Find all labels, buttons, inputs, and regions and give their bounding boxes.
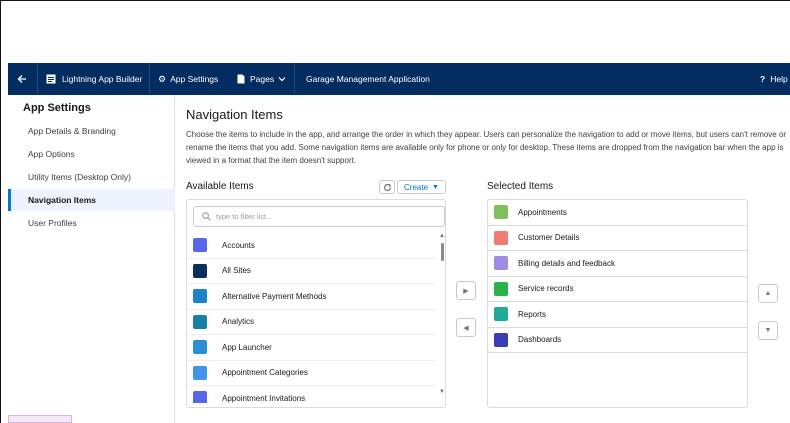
sidebar-item-user-profiles[interactable]: User Profiles: [8, 212, 175, 234]
item-label: Accounts: [222, 240, 255, 250]
caret-down-icon: ▼: [432, 183, 439, 191]
sidebar-item-app-details[interactable]: App Details & Branding: [8, 120, 175, 142]
item-label: Service records: [518, 284, 574, 294]
item-color-icon: [193, 314, 207, 329]
lightning-app-builder-link[interactable]: Lightning App Builder: [46, 63, 142, 95]
arrow-right-icon: ▶: [463, 287, 469, 295]
item-label: Appointment Invitations: [222, 393, 306, 403]
gear-icon: ⚙: [158, 73, 167, 84]
item-color-icon: [494, 281, 508, 296]
refresh-icon: [383, 183, 391, 191]
move-down-button[interactable]: ▼: [758, 321, 778, 340]
item-label: Appointments: [518, 207, 567, 217]
move-right-button[interactable]: ▶: [456, 281, 476, 300]
scroll-thumb[interactable]: [441, 243, 444, 261]
list-item[interactable]: Service records: [488, 277, 747, 302]
create-label: Create: [404, 182, 429, 192]
item-color-icon: [494, 205, 508, 220]
list-item[interactable]: Billing details and feedback: [488, 251, 747, 277]
list-item[interactable]: Appointments: [488, 200, 747, 226]
back-button[interactable]: [17, 63, 27, 95]
list-item[interactable]: Dashboards: [488, 328, 747, 353]
help-link[interactable]: ? Help: [760, 63, 788, 95]
move-up-button[interactable]: ▲: [758, 284, 778, 303]
item-color-icon: [193, 238, 207, 253]
sidebar-item-app-options[interactable]: App Options: [8, 143, 175, 165]
item-color-icon: [494, 230, 508, 245]
list-item[interactable]: Alternative Payment Methods: [187, 284, 436, 310]
sidebar-item-label: App Options: [28, 149, 75, 159]
item-label: Analytics: [222, 317, 255, 327]
list-item[interactable]: Customer Details: [488, 226, 747, 251]
item-color-icon: [193, 289, 207, 304]
move-left-button[interactable]: ◀: [456, 318, 476, 337]
item-label: Customer Details: [518, 233, 580, 243]
sidebar-item-label: Navigation Items: [28, 195, 97, 205]
builder-header: Lightning App Builder ⚙ App Settings Pag…: [8, 63, 790, 95]
page-description: Choose the items to include in the app, …: [186, 130, 787, 165]
app-builder-icon: [46, 74, 56, 84]
item-color-icon: [494, 307, 508, 322]
help-label: Help: [770, 74, 788, 84]
main-content: Navigation Items Choose the items to inc…: [176, 95, 790, 423]
item-label: Reports: [518, 309, 547, 319]
item-label: Billing details and feedback: [518, 258, 615, 268]
pages-dropdown[interactable]: Pages: [237, 63, 286, 95]
page-title: Navigation Items: [186, 107, 283, 122]
list-item[interactable]: Accounts: [187, 233, 436, 259]
list-item[interactable]: Reports: [488, 302, 747, 328]
filter-placeholder: type to filter list...: [216, 212, 273, 221]
list-item[interactable]: App Launcher: [187, 335, 436, 361]
item-color-icon: [494, 332, 508, 347]
status-badge: [8, 415, 72, 423]
item-color-icon: [193, 391, 207, 403]
list-item[interactable]: Analytics: [187, 310, 436, 335]
scroll-up-icon: ▲: [439, 233, 445, 239]
arrow-down-icon: ▼: [764, 327, 772, 334]
item-label: App Launcher: [222, 342, 272, 352]
item-label: Dashboards: [518, 335, 562, 345]
sidebar-item-navigation-items[interactable]: Navigation Items: [8, 189, 175, 211]
create-dropdown-button[interactable]: Create ▼: [397, 180, 446, 194]
sidebar-item-label: App Details & Branding: [28, 126, 116, 136]
sidebar-item-label: Utility Items (Desktop Only): [28, 172, 131, 182]
scroll-down-icon: ▼: [439, 389, 445, 395]
back-arrow-icon: [17, 75, 26, 83]
item-color-icon: [193, 365, 207, 380]
chevron-down-icon: [278, 77, 286, 82]
app-name-label: Garage Management Application: [306, 74, 430, 84]
arrow-left-icon: ◀: [463, 324, 469, 332]
list-item[interactable]: Appointment Invitations: [187, 386, 436, 403]
arrow-up-icon: ▲: [764, 290, 772, 297]
page-icon: [237, 74, 245, 84]
app-builder-label: Lightning App Builder: [62, 74, 143, 84]
item-color-icon: [193, 340, 207, 355]
available-items-panel: type to filter list... Accounts All Site…: [186, 199, 446, 408]
selected-items-label: Selected Items: [487, 181, 554, 192]
item-color-icon: [193, 263, 207, 278]
list-item[interactable]: Appointment Categories: [187, 361, 436, 386]
list-item[interactable]: All Sites: [187, 259, 436, 284]
app-settings-label: App Settings: [170, 74, 219, 84]
sidebar-item-label: User Profiles: [28, 218, 77, 228]
refresh-button[interactable]: [379, 180, 395, 194]
sidebar-title: App Settings: [23, 102, 91, 114]
app-name: Garage Management Application: [306, 63, 430, 95]
filter-input[interactable]: type to filter list...: [193, 206, 445, 227]
settings-sidebar: App Settings App Details & Branding App …: [8, 95, 175, 423]
item-color-icon: [494, 256, 508, 271]
selected-items-panel: Appointments Customer Details Billing de…: [487, 199, 748, 408]
item-label: All Sites: [222, 266, 251, 276]
search-icon: [202, 212, 211, 221]
available-items-list: Accounts All Sites Alternative Payment M…: [187, 233, 436, 403]
available-items-label: Available Items: [186, 181, 254, 192]
list-scrollbar[interactable]: ▲ ▼: [437, 233, 449, 403]
app-settings-tab[interactable]: ⚙ App Settings: [158, 63, 218, 95]
item-label: Appointment Categories: [222, 368, 308, 378]
item-label: Alternative Payment Methods: [222, 291, 327, 301]
help-icon: ?: [760, 74, 766, 84]
pages-label: Pages: [250, 74, 275, 84]
sidebar-item-utility-items[interactable]: Utility Items (Desktop Only): [8, 166, 175, 188]
